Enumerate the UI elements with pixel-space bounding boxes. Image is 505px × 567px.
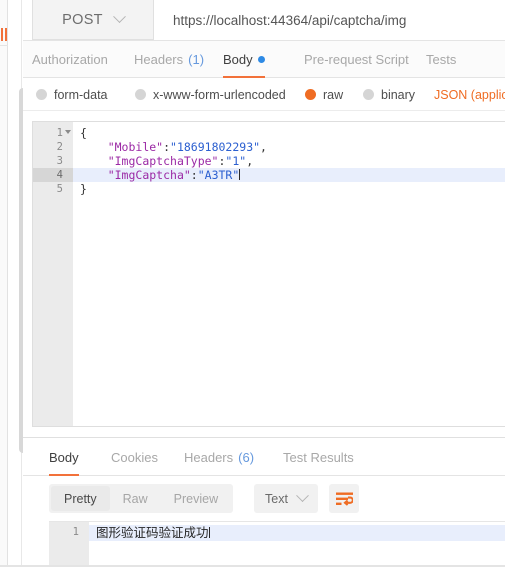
tab-tests-label: Tests bbox=[426, 52, 457, 67]
http-method-dropdown[interactable]: POST bbox=[32, 0, 154, 40]
code-line-2-colon: : bbox=[163, 140, 171, 154]
http-method-label: POST bbox=[62, 11, 103, 28]
code-line-3: "ImgCaptchaType":"1", bbox=[73, 154, 505, 168]
response-view-mode-group: Pretty Raw Preview bbox=[49, 484, 234, 513]
response-tab-body[interactable]: Body bbox=[49, 438, 79, 476]
code-line-2-key: "Mobile" bbox=[107, 140, 164, 154]
sidebar-orange-icon bbox=[1, 28, 8, 41]
gutter-line-1-number: 1 bbox=[56, 127, 63, 139]
content-type-label: JSON (applic bbox=[434, 87, 505, 102]
tab-authorization-label: Authorization bbox=[32, 52, 108, 67]
body-type-radio-group: form-data x-www-form-urlencoded raw bina… bbox=[23, 78, 505, 111]
view-mode-preview[interactable]: Preview bbox=[161, 486, 231, 511]
gutter-line-5: 5 bbox=[56, 183, 63, 195]
gutter-line-2: 2 bbox=[56, 141, 63, 153]
radio-urlencoded[interactable]: x-www-form-urlencoded bbox=[135, 78, 286, 111]
code-line-1-text: { bbox=[80, 126, 87, 140]
text-caret bbox=[239, 169, 241, 180]
tab-headers-count: (1) bbox=[188, 52, 205, 67]
code-line-4: "ImgCaptcha":"A3TR" bbox=[73, 168, 505, 182]
response-tab-headers-label: Headers bbox=[184, 449, 234, 465]
tab-body-label: Body bbox=[223, 52, 253, 67]
code-line-2-value: "18691802293" bbox=[170, 140, 261, 154]
gutter-line-3: 3 bbox=[56, 155, 63, 167]
tab-authorization[interactable]: Authorization bbox=[32, 41, 108, 78]
word-wrap-toggle[interactable] bbox=[329, 484, 359, 513]
response-panel: Body Cookies Headers (6) Test Results Pr… bbox=[23, 437, 505, 567]
response-tab-test-results[interactable]: Test Results bbox=[283, 438, 354, 476]
radio-raw-icon bbox=[305, 89, 316, 100]
response-tab-body-label: Body bbox=[49, 449, 79, 465]
radio-form-data-label: form-data bbox=[54, 87, 108, 102]
radio-binary-label: binary bbox=[381, 87, 416, 102]
tab-headers[interactable]: Headers (1) bbox=[134, 41, 204, 78]
view-mode-pretty[interactable]: Pretty bbox=[51, 486, 110, 511]
response-tab-headers[interactable]: Headers (6) bbox=[184, 438, 254, 476]
response-tab-cookies[interactable]: Cookies bbox=[111, 438, 158, 476]
code-line-3-value: "1" bbox=[225, 154, 247, 168]
fold-arrow-icon[interactable] bbox=[65, 130, 71, 134]
radio-binary-icon bbox=[363, 89, 374, 100]
url-text: https://localhost:44364/api/captcha/img bbox=[173, 12, 407, 28]
url-input[interactable]: https://localhost:44364/api/captcha/img bbox=[154, 0, 505, 40]
response-body-line-1: 图形验证码验证成功 bbox=[89, 525, 505, 541]
response-toolbar: Pretty Raw Preview Text bbox=[23, 476, 505, 521]
radio-raw-label: raw bbox=[323, 87, 344, 102]
unsaved-dot-icon bbox=[257, 56, 265, 63]
request-tab-bar: Authorization Headers (1) Body Pre-reque… bbox=[23, 41, 505, 78]
tab-tests[interactable]: Tests bbox=[426, 41, 456, 78]
request-body-editor[interactable]: 1 2 3 4 5 { "Mobile":"18691802293", "Img… bbox=[32, 121, 505, 427]
radio-urlencoded-icon bbox=[135, 89, 146, 100]
editor-gutter: 1 2 3 4 5 bbox=[33, 122, 73, 426]
code-line-3-key: "ImgCaptchaType" bbox=[107, 154, 219, 168]
response-body-text: 图形验证码验证成功 bbox=[96, 526, 209, 540]
response-tab-bar: Body Cookies Headers (6) Test Results bbox=[23, 438, 505, 476]
left-sidebar-strip bbox=[0, 0, 8, 567]
chevron-down-icon bbox=[112, 10, 126, 24]
chevron-down-icon bbox=[296, 489, 309, 503]
code-line-4-value: "A3TR" bbox=[197, 168, 240, 182]
response-format-dropdown[interactable]: Text bbox=[254, 484, 318, 513]
content-type-dropdown[interactable]: JSON (applic bbox=[434, 78, 505, 111]
response-tab-headers-count: (6) bbox=[238, 449, 255, 465]
code-line-2-comma: , bbox=[260, 140, 267, 154]
view-mode-raw[interactable]: Raw bbox=[110, 486, 161, 511]
request-response-pane: POST https://localhost:44364/api/captcha… bbox=[23, 0, 505, 567]
tab-pre-request-script[interactable]: Pre-request Script bbox=[304, 41, 409, 78]
radio-form-data-icon bbox=[36, 89, 47, 100]
response-line-number: 1 bbox=[72, 526, 79, 538]
response-body-viewer[interactable]: 1 图形验证码验证成功 bbox=[49, 521, 505, 567]
sidebar-divider bbox=[0, 45, 8, 46]
radio-binary[interactable]: binary bbox=[363, 78, 415, 111]
url-bar: POST https://localhost:44364/api/captcha… bbox=[23, 0, 505, 41]
code-line-4-colon: : bbox=[190, 168, 198, 182]
radio-urlencoded-label: x-www-form-urlencoded bbox=[153, 87, 286, 102]
response-tab-cookies-label: Cookies bbox=[111, 449, 158, 465]
code-line-4-key: "ImgCaptcha" bbox=[107, 168, 191, 182]
code-line-5: } bbox=[73, 182, 505, 196]
radio-form-data[interactable]: form-data bbox=[36, 78, 108, 111]
tab-headers-label: Headers bbox=[134, 52, 184, 67]
response-caret bbox=[208, 527, 210, 538]
code-line-1: { bbox=[73, 126, 505, 140]
tab-body[interactable]: Body bbox=[223, 41, 265, 78]
editor-code-area[interactable]: { "Mobile":"18691802293", "ImgCaptchaTyp… bbox=[73, 122, 505, 426]
radio-raw[interactable]: raw bbox=[305, 78, 343, 111]
code-line-2: "Mobile":"18691802293", bbox=[73, 140, 505, 154]
response-format-label: Text bbox=[265, 491, 288, 506]
postman-window: POST https://localhost:44364/api/captcha… bbox=[0, 0, 505, 567]
word-wrap-icon bbox=[335, 492, 353, 506]
gutter-line-4: 4 bbox=[33, 168, 73, 182]
code-line-3-comma: , bbox=[246, 154, 254, 168]
tab-pre-request-script-label: Pre-request Script bbox=[304, 52, 409, 67]
gutter-line-1: 1 bbox=[33, 126, 73, 140]
main-scrollbar-track[interactable] bbox=[8, 0, 27, 567]
code-line-5-text: } bbox=[80, 182, 87, 196]
response-gutter: 1 bbox=[49, 522, 89, 567]
response-tab-test-results-label: Test Results bbox=[283, 449, 354, 465]
